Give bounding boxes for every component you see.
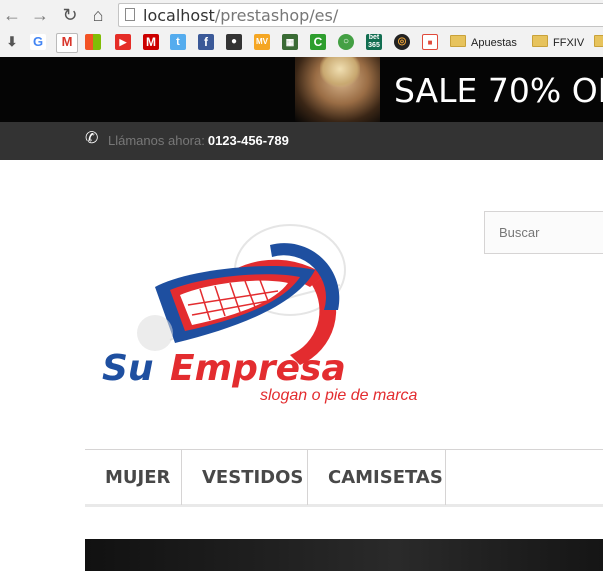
address-bar[interactable]: localhost/prestashop/es/ <box>118 3 603 27</box>
sale-banner[interactable]: SALE 70% OI <box>0 57 603 122</box>
browser-chrome: ← → ↻ ⌂ localhost/prestashop/es/ ⬇ G M ▶… <box>0 0 603 58</box>
bookmark-folder-label: FFXIV <box>553 37 585 49</box>
logo-graphic: Su Empresa slogan o pie de marca <box>102 224 418 404</box>
g-icon[interactable]: G <box>30 34 46 50</box>
circle-icon[interactable]: ○ <box>338 34 354 50</box>
bookmark-folder-label: Apuestas <box>471 37 517 49</box>
gmail-icon[interactable]: M <box>56 33 78 53</box>
contact-call-text: Llámanos ahora: 0123-456-789 <box>108 133 289 148</box>
page-icon <box>125 8 135 21</box>
url-path: /prestashop/es/ <box>214 6 339 25</box>
home-icon[interactable]: ⌂ <box>88 5 108 25</box>
pdf-icon[interactable]: ■ <box>422 34 438 50</box>
download-arrow-icon[interactable]: ⬇ <box>4 34 20 50</box>
main-menu: MUJER VESTIDOS CAMISETAS <box>85 449 603 507</box>
folder-icon <box>532 35 548 47</box>
address-bar-text: localhost/prestashop/es/ <box>143 6 338 25</box>
banner-sale-text: SALE 70% OI <box>394 71 603 110</box>
windows-icon[interactable] <box>85 34 101 50</box>
folder-icon <box>594 35 603 47</box>
bookmark-folder-partial[interactable] <box>594 35 603 49</box>
c-icon[interactable]: C <box>310 34 326 50</box>
logo-slogan-text: slogan o pie de marca <box>260 387 418 404</box>
forward-arrow-icon[interactable]: → <box>30 5 50 25</box>
reload-icon[interactable]: ↻ <box>60 5 80 25</box>
bet365-icon[interactable]: bet 365 <box>366 34 382 50</box>
camera-icon[interactable]: ● <box>226 34 242 50</box>
logo-su-text: Su <box>102 348 154 389</box>
call-label: Llámanos ahora: <box>108 133 205 148</box>
menu-item-camisetas[interactable]: CAMISETAS <box>308 450 446 505</box>
menu-item-mujer[interactable]: MUJER <box>85 450 182 505</box>
twitter-icon[interactable]: t <box>170 34 186 50</box>
marca-icon[interactable]: M <box>143 34 159 50</box>
search-placeholder: Buscar <box>499 225 540 240</box>
mv-icon[interactable]: MV <box>254 34 270 50</box>
bookmark-folder-apuestas[interactable]: Apuestas <box>450 35 517 49</box>
grid-icon[interactable]: ▦ <box>282 34 298 50</box>
bookmark-folder-ffxiv[interactable]: FFXIV <box>532 35 584 49</box>
browser-nav-row: ← → ↻ ⌂ localhost/prestashop/es/ <box>0 0 603 30</box>
homepage-slider[interactable] <box>85 539 603 571</box>
contact-bar: ✆ Llámanos ahora: 0123-456-789 <box>0 122 603 160</box>
bookmarks-bar: ⬇ G M ▶ M t f ● MV ▦ C ○ bet 365 ◎ ■ Apue… <box>0 30 603 56</box>
logo-empresa-text: Empresa <box>170 348 346 389</box>
youtube-icon[interactable]: ▶ <box>115 34 131 50</box>
shop-logo[interactable]: Su Empresa slogan o pie de marca <box>100 215 420 405</box>
banner-model-hair <box>320 57 360 87</box>
phone-number: 0123-456-789 <box>207 133 289 148</box>
menu-item-vestidos[interactable]: VESTIDOS <box>182 450 308 505</box>
facebook-icon[interactable]: f <box>198 34 214 50</box>
search-input[interactable]: Buscar <box>484 211 603 254</box>
round-icon[interactable]: ◎ <box>394 34 410 50</box>
url-host: localhost <box>143 6 215 25</box>
phone-icon: ✆ <box>85 130 99 147</box>
folder-icon <box>450 35 466 47</box>
back-arrow-icon[interactable]: ← <box>2 5 22 25</box>
